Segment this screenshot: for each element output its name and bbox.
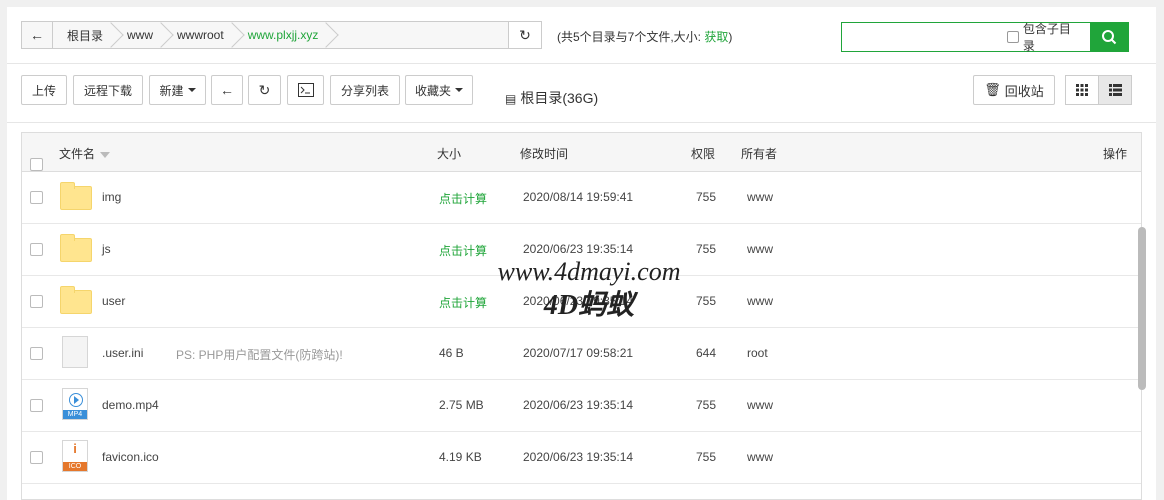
file-name[interactable]: favicon.ico xyxy=(102,450,159,464)
folder-icon xyxy=(60,182,93,212)
toolbar: 上传 远程下载 新建 ← ↻ 分享列表 收藏夹 ▤ 根目录(36G) 🗑 回收站 xyxy=(7,64,1156,123)
col-action-header: 操作 xyxy=(1103,147,1128,161)
file-manager-panel: ← 根目录 www wwwroot www.plxjj.xyz ↻ (共5个目录… xyxy=(7,7,1156,500)
back-button[interactable]: ← xyxy=(211,75,243,105)
file-mtime: 2020/06/23 19:35:14 xyxy=(523,398,634,412)
col-owner-header: 所有者 xyxy=(741,147,778,161)
upload-button[interactable]: 上传 xyxy=(21,75,67,105)
table-row[interactable]: .user.ini PS: PHP用户配置文件(防跨站)! 46 B 2020/… xyxy=(22,328,1141,380)
path-back-button[interactable]: ← xyxy=(22,22,53,48)
dir-summary: (共5个目录与7个文件,大小: 获取) xyxy=(557,30,733,44)
refresh-icon: ↻ xyxy=(519,26,531,43)
file-size: 46 B xyxy=(439,346,464,360)
path-refresh-button[interactable]: ↻ xyxy=(509,21,542,49)
arrow-left-icon: ← xyxy=(30,27,44,43)
include-subdir-checkbox[interactable]: 包含子目录 xyxy=(1007,22,1082,53)
file-size: 4.19 KB xyxy=(439,450,482,464)
new-dropdown-button[interactable]: 新建 xyxy=(149,75,206,105)
refresh-icon: ↻ xyxy=(258,81,271,98)
row-checkbox[interactable] xyxy=(30,243,43,256)
video-file-icon: MP4 xyxy=(60,388,93,420)
ico-file-icon: i ICO xyxy=(60,440,93,472)
share-list-button[interactable]: 分享列表 xyxy=(330,75,400,105)
sort-desc-icon xyxy=(100,151,111,158)
watermark: www.4dmayi.com 4D蚂蚁 xyxy=(497,257,681,321)
hard-drive-icon: ▤ xyxy=(505,92,517,106)
file-mtime: 2020/08/14 19:59:41 xyxy=(523,190,634,204)
grid-view-button[interactable] xyxy=(1065,75,1099,105)
file-owner[interactable]: www xyxy=(747,294,773,308)
path-bar: ← 根目录 www wwwroot www.plxjj.xyz xyxy=(21,21,509,49)
grid-icon xyxy=(1076,84,1088,96)
row-checkbox[interactable] xyxy=(30,347,43,360)
list-view-button[interactable] xyxy=(1098,75,1132,105)
file-perm[interactable]: 644 xyxy=(696,346,716,360)
breadcrumb-root[interactable]: 根目录 xyxy=(53,22,113,48)
search-box: 包含子目录 xyxy=(841,22,1129,53)
get-size-link[interactable]: 获取 xyxy=(704,30,728,44)
list-icon xyxy=(1108,84,1122,96)
file-perm[interactable]: 755 xyxy=(696,450,716,464)
file-name[interactable]: js xyxy=(102,242,111,256)
favorites-dropdown-button[interactable]: 收藏夹 xyxy=(405,75,473,105)
calc-size-link[interactable]: 点击计算 xyxy=(439,190,487,207)
col-mtime-header[interactable]: 修改时间 xyxy=(520,145,568,162)
file-perm[interactable]: 755 xyxy=(696,190,716,204)
search-icon xyxy=(1102,30,1117,45)
file-owner[interactable]: www xyxy=(747,398,773,412)
file-icon xyxy=(60,336,93,368)
table-scrollbar[interactable] xyxy=(1138,171,1146,500)
col-size-header[interactable]: 大小 xyxy=(437,145,461,162)
trash-icon: 🗑 xyxy=(984,82,1001,97)
scrollbar-thumb[interactable] xyxy=(1138,227,1146,390)
terminal-icon xyxy=(297,83,314,97)
arrow-left-icon: ← xyxy=(220,82,234,98)
file-perm[interactable]: 755 xyxy=(696,242,716,256)
table-header: 文件名 大小 修改时间 权限 所有者 操作 xyxy=(22,133,1141,172)
row-checkbox[interactable] xyxy=(30,191,43,204)
recycle-bin-button[interactable]: 🗑 回收站 xyxy=(973,75,1055,105)
breadcrumb-site[interactable]: www.plxjj.xyz xyxy=(234,22,329,48)
file-owner[interactable]: www xyxy=(747,450,773,464)
col-perm-header: 权限 xyxy=(691,147,716,161)
file-name[interactable]: user xyxy=(102,294,125,308)
table-row[interactable]: i ICO favicon.ico 4.19 KB 2020/06/23 19:3… xyxy=(22,432,1141,484)
search-button[interactable] xyxy=(1090,23,1128,51)
file-owner[interactable]: www xyxy=(747,190,773,204)
row-checkbox[interactable] xyxy=(30,451,43,464)
file-owner[interactable]: root xyxy=(747,346,768,360)
table-row[interactable]: img 点击计算 2020/08/14 19:59:41 755 www xyxy=(22,172,1141,224)
caret-down-icon xyxy=(187,88,196,92)
file-name[interactable]: .user.ini xyxy=(102,346,143,360)
table-row[interactable]: MP4 demo.mp4 2.75 MB 2020/06/23 19:35:14… xyxy=(22,380,1141,432)
file-name[interactable]: img xyxy=(102,190,121,204)
disk-indicator[interactable]: ▤ 根目录(36G) xyxy=(505,88,598,108)
file-mtime: 2020/07/17 09:58:21 xyxy=(523,346,634,360)
file-name[interactable]: demo.mp4 xyxy=(102,398,159,412)
terminal-button[interactable] xyxy=(287,75,324,105)
folder-icon xyxy=(60,286,93,316)
file-owner[interactable]: www xyxy=(747,242,773,256)
row-checkbox[interactable] xyxy=(30,399,43,412)
checkbox-icon xyxy=(1007,31,1019,43)
file-perm[interactable]: 755 xyxy=(696,398,716,412)
top-bar: ← 根目录 www wwwroot www.plxjj.xyz ↻ (共5个目录… xyxy=(7,7,1156,64)
remote-download-button[interactable]: 远程下载 xyxy=(73,75,143,105)
row-checkbox[interactable] xyxy=(30,295,43,308)
file-mtime: 2020/06/23 19:35:14 xyxy=(523,242,634,256)
folder-icon xyxy=(60,234,93,264)
file-mtime: 2020/06/23 19:35:14 xyxy=(523,450,634,464)
refresh-button[interactable]: ↻ xyxy=(248,75,281,105)
file-size: 2.75 MB xyxy=(439,398,484,412)
search-input[interactable] xyxy=(842,23,1007,51)
col-name-header[interactable]: 文件名 xyxy=(59,145,111,162)
file-note: PS: PHP用户配置文件(防跨站)! xyxy=(176,348,343,362)
caret-down-icon xyxy=(455,88,463,92)
